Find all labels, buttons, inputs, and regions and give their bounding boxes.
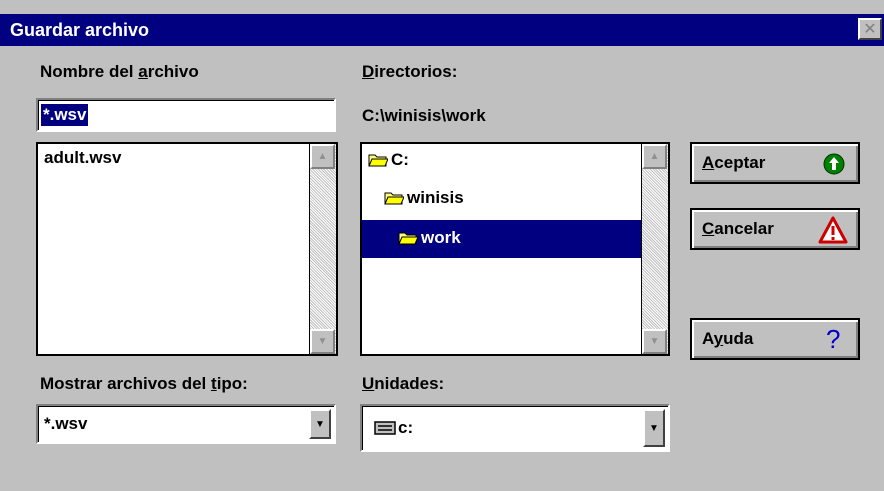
cancel-label: Cancelar	[702, 219, 774, 238]
directory-item-work-label: work	[398, 228, 461, 248]
scroll-up-icon: ▲	[317, 151, 328, 162]
help-button[interactable]: Ayuda ?	[690, 318, 860, 360]
scroll-down-icon: ▼	[317, 336, 328, 347]
current-path: C:\winisis\work	[362, 106, 486, 125]
drive-select[interactable]: c: ▼	[360, 404, 670, 452]
file-list-item[interactable]: adult.wsv	[44, 148, 121, 168]
scroll-down-button[interactable]: ▼	[642, 329, 667, 354]
file-list-scrollbar[interactable]: ▲ ▼	[309, 144, 336, 354]
directory-list[interactable]: C: winisis work ▲ ▼	[360, 142, 670, 356]
directories-label: Directorios:	[362, 62, 458, 81]
accept-button[interactable]: Aceptar	[690, 142, 860, 184]
chevron-down-icon: ▼	[315, 418, 325, 430]
filetype-value: *.wsv	[44, 414, 88, 433]
help-label: Ayuda	[702, 329, 754, 348]
filetype-dropdown-button[interactable]: ▼	[309, 409, 331, 439]
folder-open-icon	[398, 232, 418, 245]
close-icon: ✕	[863, 21, 877, 38]
chevron-down-icon: ▼	[649, 422, 659, 434]
directory-item-c[interactable]: C:	[368, 150, 409, 170]
filename-input[interactable]: *.wsv	[36, 98, 336, 132]
filename-label: Nombre del archivo	[40, 62, 199, 81]
accept-label: Aceptar	[702, 153, 766, 172]
cancel-button[interactable]: Cancelar	[690, 208, 860, 250]
scroll-up-button[interactable]: ▲	[310, 144, 335, 169]
drive-value: c:	[398, 418, 414, 437]
green-arrow-up-icon	[823, 153, 845, 175]
folder-open-icon	[368, 154, 388, 167]
red-warning-triangle-icon	[818, 216, 848, 244]
filename-input-value: *.wsv	[41, 104, 89, 126]
filetype-select[interactable]: *.wsv ▼	[36, 404, 336, 444]
directory-item-winisis[interactable]: winisis	[384, 188, 464, 208]
filetype-label: Mostrar archivos del tipo:	[40, 374, 248, 393]
window-title: Guardar archivo	[10, 20, 150, 40]
scroll-up-icon: ▲	[649, 151, 660, 162]
drive-icon	[374, 421, 396, 435]
scroll-up-button[interactable]: ▲	[642, 144, 667, 169]
folder-open-icon	[384, 192, 404, 205]
file-list[interactable]: adult.wsv ▲ ▼	[36, 142, 338, 356]
scroll-down-icon: ▼	[649, 336, 660, 347]
drives-label: Unidades:	[362, 374, 445, 393]
directory-list-scrollbar[interactable]: ▲ ▼	[641, 144, 668, 354]
drive-dropdown-button[interactable]: ▼	[643, 409, 665, 447]
close-button[interactable]: ✕	[858, 18, 882, 40]
blue-question-icon: ?	[826, 324, 841, 354]
scroll-down-button[interactable]: ▼	[310, 329, 335, 354]
directory-item-work[interactable]: work	[362, 220, 642, 258]
